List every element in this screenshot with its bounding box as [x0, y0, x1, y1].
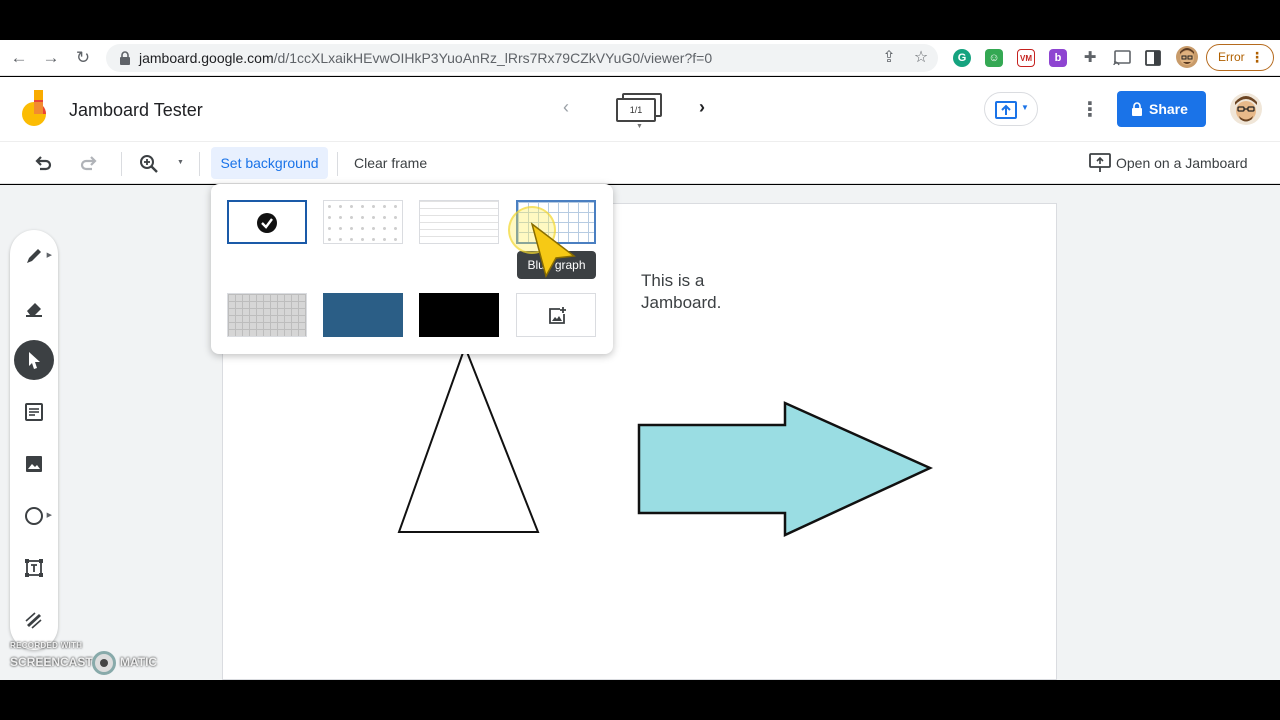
tool-more-caret-icon: ▶	[46, 252, 52, 259]
jamboard-device-icon	[1089, 153, 1111, 172]
vm-ext-icon[interactable]: VM	[1017, 49, 1035, 67]
share-page-icon[interactable]: ⇪	[880, 49, 898, 67]
undo-icon[interactable]	[31, 153, 53, 175]
frame-indicator: 1/1	[616, 98, 656, 122]
screencast-logo-icon	[92, 651, 116, 675]
green-ext-icon[interactable]: ☺	[985, 49, 1003, 67]
pen-icon	[27, 249, 41, 263]
address-bar[interactable]: jamboard.google.com/d/1ccXLxaikHEvwOIHkP…	[106, 44, 938, 72]
open-on-jamboard-label: Open on a Jamboard	[1116, 155, 1248, 171]
canvas-text-line: This is a	[641, 271, 705, 290]
account-avatar[interactable]	[1230, 93, 1262, 125]
bg-option-gray-graph[interactable]	[227, 293, 307, 337]
toolbar-divider	[337, 152, 338, 176]
set-background-button[interactable]: Set background	[211, 147, 328, 179]
watermark-right-text: MATIC	[120, 655, 158, 669]
back-arrow-icon[interactable]: ←	[9, 48, 29, 68]
jamboard-logo[interactable]	[20, 90, 48, 130]
tool-more-caret-icon: ▶	[46, 512, 52, 519]
app-header: Jamboard Tester ‹ 1/1 ▼ › ▼ ⋮ Share	[0, 77, 1280, 141]
zoom-icon[interactable]	[138, 153, 160, 175]
previous-frame-chevron-icon[interactable]: ‹	[563, 97, 569, 118]
bg-option-black[interactable]	[419, 293, 499, 337]
letterbox-bottom	[0, 680, 1280, 720]
url-text: jamboard.google.com/d/1ccXLxaikHEvwOIHkP…	[139, 50, 712, 66]
laser-tool[interactable]	[14, 600, 54, 640]
image-icon	[26, 456, 42, 472]
frame-bar-toggle[interactable]: 1/1	[616, 93, 662, 123]
present-button[interactable]: ▼	[984, 92, 1038, 126]
pen-tool[interactable]: ▶	[14, 236, 54, 276]
bg-option-lines[interactable]	[419, 200, 499, 244]
puzzle-icon[interactable]: ✚	[1081, 49, 1099, 67]
url-host: jamboard.google.com	[139, 50, 274, 66]
clear-frame-button[interactable]: Clear frame	[354, 155, 427, 171]
reload-icon[interactable]: ↻	[73, 48, 93, 68]
chrome-menu-icon: ⋮	[1250, 49, 1264, 65]
bookmark-star-icon[interactable]: ☆	[912, 49, 930, 67]
more-options-icon[interactable]: ⋮	[1080, 97, 1100, 122]
lock-icon	[120, 51, 130, 65]
open-on-jamboard-button[interactable]: Open on a Jamboard	[1089, 153, 1269, 175]
shape-tool[interactable]: ▶	[14, 496, 54, 536]
b-ext-icon[interactable]: b	[1049, 49, 1067, 67]
profile-error-button[interactable]: Error ⋮	[1206, 44, 1274, 71]
next-frame-chevron-icon[interactable]: ›	[699, 97, 705, 118]
present-icon	[995, 101, 1017, 119]
watermark-small-text: RECORDED WITH	[10, 641, 83, 650]
sticky-note-icon	[25, 403, 43, 421]
bg-option-dots[interactable]	[323, 200, 403, 244]
eraser-icon	[26, 303, 42, 317]
grammarly-icon[interactable]: G	[953, 49, 971, 67]
canvas-text-line: Jamboard.	[641, 293, 722, 312]
zoom-caret-icon[interactable]: ▼	[177, 159, 184, 166]
redo-icon[interactable]	[79, 153, 101, 175]
browser-toolbar: ← → ↻ jamboard.google.com/d/1ccXLxaikHEv…	[0, 40, 1280, 76]
document-title[interactable]: Jamboard Tester	[69, 100, 203, 121]
forward-arrow-icon[interactable]: →	[41, 48, 61, 68]
screencast-watermark: RECORDED WITH SCREENCAST MATIC	[10, 641, 160, 677]
watermark-left-text: SCREENCAST	[10, 655, 93, 669]
frame-expand-caret-icon: ▼	[636, 123, 643, 130]
text-box-tool[interactable]	[14, 548, 54, 588]
letterbox-top	[0, 0, 1280, 40]
cast-icon[interactable]	[1113, 50, 1131, 66]
canvas-text-box[interactable]: This is a Jamboard.	[641, 270, 721, 314]
laser-icon	[25, 612, 42, 629]
bg-option-custom-image[interactable]	[516, 293, 596, 337]
sticky-note-tool[interactable]	[14, 392, 54, 432]
check-icon	[257, 213, 277, 233]
url-path: /d/1ccXLxaikHEvwOIHkP3YuoAnRz_lRrs7Rx79C…	[273, 50, 713, 66]
present-caret-icon: ▼	[1021, 103, 1029, 112]
text-box-icon	[25, 559, 43, 577]
edit-toolbar: ▼ Set background Clear frame Open on a J…	[0, 141, 1280, 184]
eraser-tool[interactable]	[14, 288, 54, 328]
error-label: Error	[1218, 50, 1245, 64]
image-tool[interactable]	[14, 444, 54, 484]
share-label: Share	[1149, 101, 1188, 117]
mouse-cursor-icon	[530, 222, 576, 278]
circle-icon	[25, 507, 43, 525]
toolbar-divider	[199, 152, 200, 176]
select-tool[interactable]	[14, 340, 54, 380]
side-panel-icon[interactable]	[1145, 50, 1161, 66]
tool-rail: ▶ ▶	[10, 230, 58, 650]
add-image-icon	[549, 307, 566, 324]
bg-option-plain[interactable]	[227, 200, 307, 244]
select-arrow-icon	[29, 352, 40, 369]
bg-option-blue[interactable]	[323, 293, 403, 337]
share-lock-icon	[1132, 102, 1142, 116]
browser-profile-avatar[interactable]	[1176, 46, 1198, 68]
toolbar-divider	[121, 152, 122, 176]
share-button[interactable]: Share	[1117, 91, 1206, 127]
